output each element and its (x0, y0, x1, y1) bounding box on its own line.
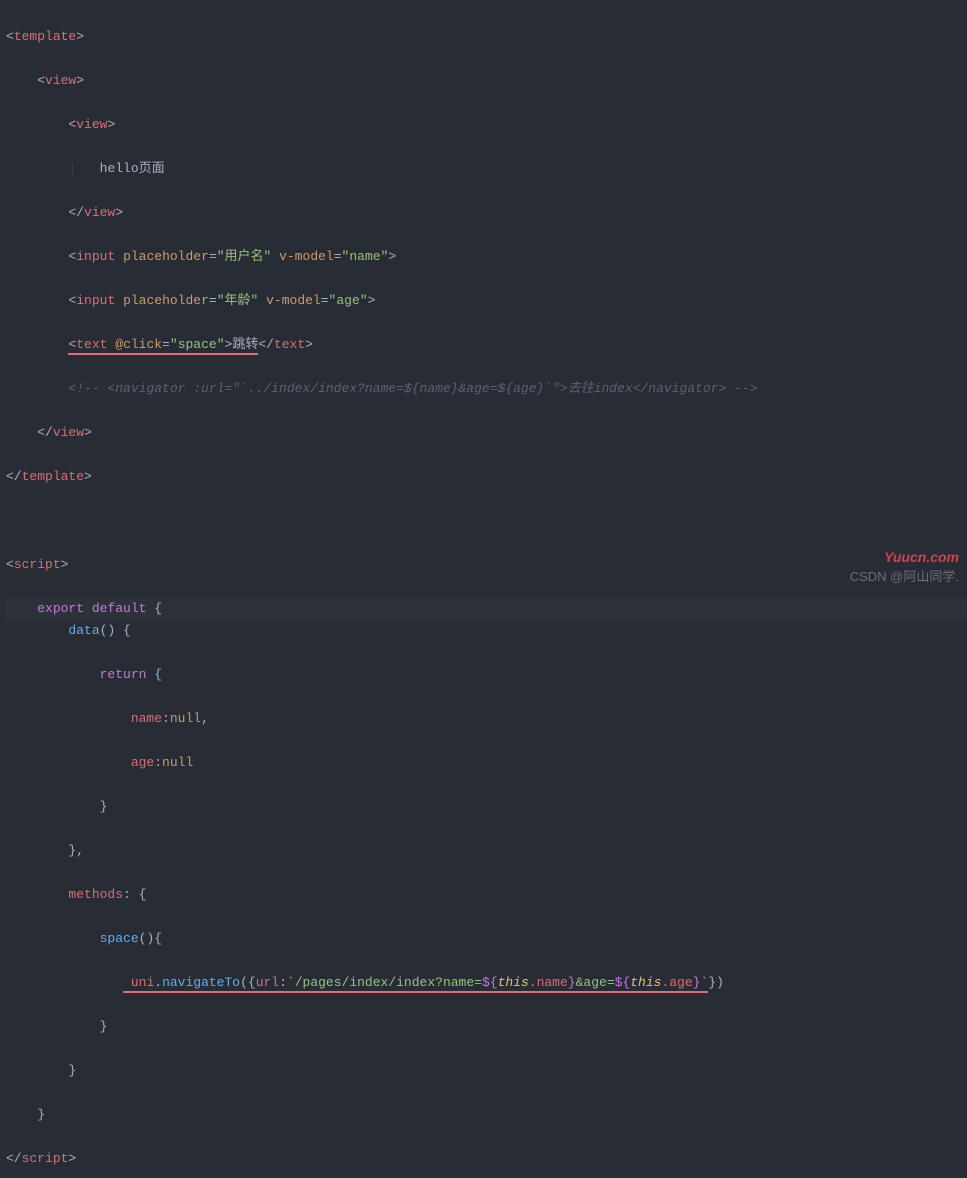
code-line[interactable] (6, 510, 967, 532)
code-line[interactable]: } (6, 796, 967, 818)
code-line[interactable]: </view> (6, 202, 967, 224)
code-line[interactable]: export default { (6, 598, 967, 620)
code-line[interactable]: <input placeholder="用户名" v-model="name"> (6, 246, 967, 268)
watermark-yuucn: Yuucn.com (884, 549, 959, 565)
code-line[interactable]: return { (6, 664, 967, 686)
code-line[interactable]: <!-- <navigator :url="`../index/index?na… (6, 378, 967, 400)
code-line[interactable]: data() { (6, 620, 967, 642)
code-line[interactable]: methods: { (6, 884, 967, 906)
code-line[interactable]: }, (6, 840, 967, 862)
code-line[interactable]: │ hello页面 (6, 158, 967, 180)
code-line[interactable]: </template> (6, 466, 967, 488)
code-line[interactable]: <view> (6, 70, 967, 92)
code-line[interactable]: <template> (6, 26, 967, 48)
watermark-csdn: CSDN @阿山同学. (850, 566, 959, 585)
code-line[interactable]: } (6, 1104, 967, 1126)
code-line[interactable]: </script> (6, 1148, 967, 1170)
code-line[interactable]: <view> (6, 114, 967, 136)
code-line[interactable]: space(){ (6, 928, 967, 950)
code-line[interactable]: age:null (6, 752, 967, 774)
code-line[interactable]: <input placeholder="年龄" v-model="age"> (6, 290, 967, 312)
code-line[interactable]: } (6, 1016, 967, 1038)
code-editor[interactable]: <template> <view> <view> │ hello页面 </vie… (0, 0, 967, 1178)
code-line[interactable]: <script> (6, 554, 967, 576)
code-line[interactable]: } (6, 1060, 967, 1082)
code-line[interactable]: </view> (6, 422, 967, 444)
code-line[interactable]: name:null, (6, 708, 967, 730)
code-line[interactable]: uni.navigateTo({url:`/pages/index/index?… (6, 972, 967, 994)
code-line[interactable]: <text @click="space">跳转</text> (6, 334, 967, 356)
